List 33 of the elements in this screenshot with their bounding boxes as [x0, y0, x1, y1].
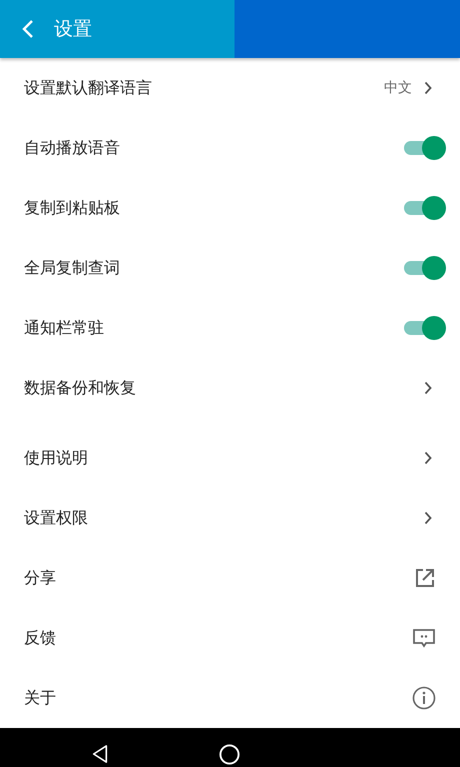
settings-row[interactable]: 关于	[0, 668, 460, 728]
settings-row[interactable]: 数据备份和恢复	[0, 358, 460, 418]
setting-label: 通知栏常驻	[24, 318, 105, 338]
setting-label: 反馈	[24, 628, 57, 648]
settings-row[interactable]: 设置权限	[0, 488, 460, 548]
setting-label: 分享	[24, 568, 57, 588]
settings-row[interactable]: 自动播放语音	[0, 118, 460, 178]
setting-label: 自动播放语音	[24, 138, 121, 158]
setting-label: 复制到粘贴板	[24, 198, 121, 218]
chevron-icon	[424, 81, 432, 95]
message-icon	[412, 628, 436, 648]
setting-label: 使用说明	[24, 448, 89, 468]
setting-label: 数据备份和恢复	[24, 378, 137, 398]
chevron-icon	[424, 451, 432, 465]
settings-row[interactable]: 分享	[0, 548, 460, 608]
back-icon[interactable]	[91, 744, 109, 764]
settings-row[interactable]: 通知栏常驻	[0, 298, 460, 358]
settings-row[interactable]: 全局复制查词	[0, 238, 460, 298]
info-icon	[412, 686, 436, 710]
settings-row[interactable]: 使用说明	[0, 428, 460, 488]
page-title: 设置	[54, 17, 92, 42]
chevron-icon	[424, 511, 432, 525]
settings-row[interactable]: 复制到粘贴板	[0, 178, 460, 238]
share-icon	[414, 567, 436, 589]
settings-row[interactable]: 设置默认翻译语言 中文	[0, 58, 460, 118]
setting-value: 中文	[384, 79, 412, 97]
chevron-icon	[424, 381, 432, 395]
setting-label: 关于	[24, 688, 57, 708]
settings-row[interactable]: 反馈	[0, 608, 460, 668]
setting-label: 设置权限	[24, 508, 89, 528]
setting-label: 全局复制查词	[24, 258, 121, 278]
setting-label: 设置默认翻译语言	[24, 78, 153, 98]
home-icon[interactable]	[219, 744, 240, 764]
